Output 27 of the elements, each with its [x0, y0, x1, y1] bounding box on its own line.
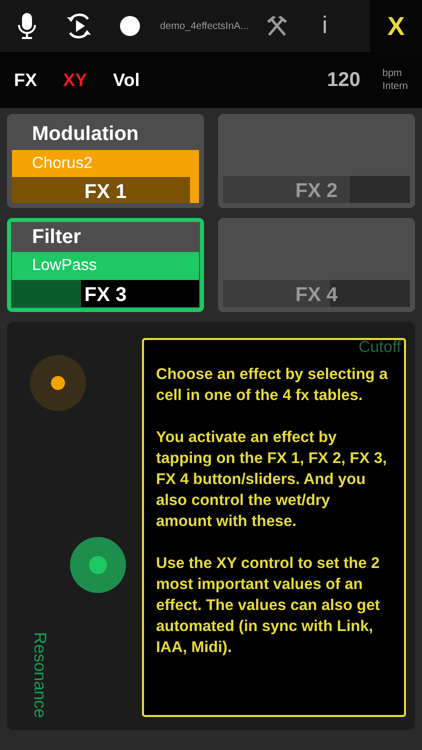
close-button[interactable]: X — [370, 0, 422, 52]
xy-pad[interactable] — [7, 322, 415, 730]
file-name: demo_4effectsInA... — [160, 20, 249, 34]
tempo-source[interactable]: Intern — [382, 80, 408, 93]
effect-slot[interactable]: FX 4 — [218, 218, 415, 312]
fx-button[interactable]: FX 3 — [12, 280, 199, 307]
fx-button[interactable]: FX 2 — [223, 176, 410, 203]
mode-tab[interactable]: Vol — [113, 66, 140, 94]
mode-tab[interactable]: FX — [14, 66, 38, 94]
help-paragraph: Use the XY control to set the 2 most important values of an effect. The values can also get automated (in sync with Link, IAA, Midi). — [156, 554, 381, 658]
mode-tab[interactable]: XY — [63, 66, 88, 94]
help-paragraph: Choose an effect by selecting a cell in one of the 4 fx tables. — [156, 365, 388, 406]
fx-button[interactable]: FX 1 — [12, 176, 199, 203]
effect-slot[interactable]: Filter LowPass FX 3 — [7, 218, 204, 312]
play-cycle-icon[interactable] — [64, 11, 94, 41]
tempo-unit: bpm — [382, 67, 403, 80]
help-paragraph: You activate an effect by tapping on the FX 1, FX 2, FX 3, FX 4 button/sliders. And you also control the wet/dry amount with these. — [156, 428, 388, 532]
tempo-value[interactable]: 120 — [327, 65, 360, 95]
record-icon[interactable] — [120, 16, 140, 36]
effect-slot[interactable]: Modulation Chorus2 FX 1 — [7, 114, 204, 208]
effect-slot[interactable]: FX 2 — [218, 114, 415, 208]
microphone-icon[interactable] — [16, 12, 38, 40]
info-button[interactable]: i — [304, 8, 345, 44]
fx-button[interactable]: FX 4 — [223, 280, 410, 307]
hammers-icon[interactable] — [264, 15, 289, 37]
axis-label: Resonance — [30, 632, 50, 718]
axis-label: Cutoff — [358, 338, 401, 358]
